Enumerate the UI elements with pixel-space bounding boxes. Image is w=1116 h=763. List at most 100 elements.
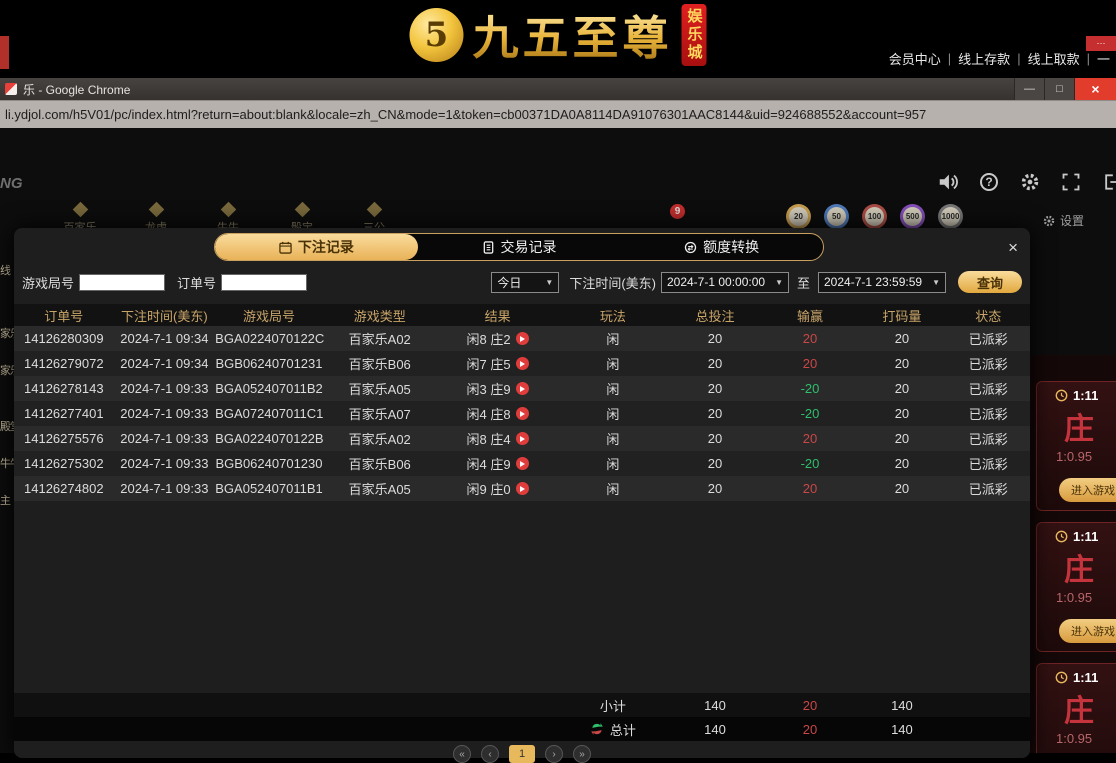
replay-play-icon[interactable] [516,457,529,470]
result-text: 闲8 庄4 [467,429,511,448]
url-text[interactable]: li.ydjol.com/h5V01/pc/index.html?return=… [5,107,1115,122]
game-partial-logo: NG [0,175,23,192]
minimize-button[interactable]: — [1014,78,1044,100]
tab-bet-records[interactable]: 下注记录 [215,234,418,260]
game-category-icon [220,202,236,218]
col-header: 玩法 [559,306,668,325]
top-link[interactable]: 一 [1097,49,1110,68]
cell-game-type: 百家乐A07 [323,404,437,423]
cell-play-type: 闲 [559,329,668,348]
cell-game-round: BGA052407011B1 [215,481,323,496]
filter-bar: 游戏局号 订单号 今日 ▼ 下注时间(美东) 2024-7-1 00:00:00… [22,270,1022,294]
bet-chip[interactable]: 50 [824,204,849,229]
top-link[interactable]: 会员中心 [889,49,941,68]
range-preset-dropdown[interactable]: 今日 ▼ [491,272,559,293]
cell-bet-time: 2024-7-1 09:33 [114,406,216,421]
enter-game-button[interactable]: 进入游戏 [1059,478,1116,502]
cell-bet-time: 2024-7-1 09:33 [114,431,216,446]
cell-winloss: -20 [763,406,857,421]
enter-game-button[interactable]: 进入游戏 [1059,619,1116,643]
cell-valid-bet: 20 [857,406,946,421]
transfer-icon [684,241,697,254]
gear-icon[interactable] [1018,170,1042,194]
countdown-timer: 1:11 [1073,529,1098,544]
game-card-sidebar: 1:11 庄 1:0.95 进入游戏 1:11 庄 1:0.95 进入游戏 1:… [1030,355,1116,753]
tab-quota-transfer[interactable]: 额度转换 [620,234,823,260]
exit-icon[interactable] [1100,170,1116,194]
cell-total-bet: 20 [667,356,763,371]
cell-order: 14126280309 [14,331,114,346]
bet-chip[interactable]: 20 [786,204,811,229]
cell-winloss: 20 [763,331,857,346]
cell-valid-bet: 20 [857,431,946,446]
subtotal-total: 140 [667,698,763,713]
table-row: 14126280309 2024-7-1 09:34 BGA0224070122… [14,326,1030,351]
date-from-dropdown[interactable]: 2024-7-1 00:00:00 ▼ [661,272,789,293]
cell-play-type: 闲 [559,379,668,398]
link-separator: | [1087,51,1090,66]
cell-valid-bet: 20 [857,456,946,471]
chevron-down-icon: ▼ [545,278,553,287]
table-row: 14126278143 2024-7-1 09:33 BGA052407011B… [14,376,1030,401]
to-label: 至 [797,273,810,292]
cell-total-bet: 20 [667,331,763,346]
bet-records-modal: 下注记录 交易记录 额度转换 × 游戏局号 订单号 [14,228,1030,758]
replay-play-icon[interactable] [516,432,529,445]
cell-order: 14126279072 [14,356,114,371]
maximize-button[interactable]: □ [1044,78,1074,100]
replay-play-icon[interactable] [516,382,529,395]
bet-chip[interactable]: 500 [900,204,925,229]
odds-label: 1:0.95 [1056,731,1116,746]
odds-label: 1:0.95 [1056,590,1116,605]
cell-status: 已派彩 [947,379,1030,398]
cell-status: 已派彩 [947,354,1030,373]
prev-page-button[interactable]: ‹ [481,745,499,763]
table-body: 14126280309 2024-7-1 09:34 BGA0224070122… [14,326,1030,501]
order-number-input[interactable] [221,274,307,291]
tab-label: 交易记录 [501,237,557,257]
result-text: 闲8 庄2 [467,329,511,348]
last-page-button[interactable]: » [573,745,591,763]
help-icon[interactable]: ? [977,170,1001,194]
speaker-icon[interactable] [936,170,960,194]
top-link[interactable]: 线上存款 [958,49,1010,68]
banker-label: 庄 [1064,545,1116,589]
game-card[interactable]: 1:11 庄 1:0.95 进入游戏 [1036,522,1116,652]
settings-label: 设置 [1060,212,1084,229]
tab-label: 下注记录 [298,237,354,257]
refresh-icon[interactable] [590,722,604,736]
cell-winloss: 20 [763,356,857,371]
close-icon[interactable]: × [1008,239,1018,256]
table-row: 14126279072 2024-7-1 09:34 BGB0624070123… [14,351,1030,376]
game-round-input[interactable] [79,274,165,291]
bet-chip[interactable]: 1000 [938,204,963,229]
query-button[interactable]: 查询 [958,271,1022,293]
top-nav-links: 会员中心|线上存款|线上取款|一 [889,49,1110,68]
col-header: 游戏局号 [215,306,323,325]
top-link[interactable]: 线上取款 [1028,49,1080,68]
grand-total-winloss: 20 [763,722,857,737]
game-card[interactable]: 1:11 庄 1:0.95 进入游戏 [1036,381,1116,511]
order-number-label: 订单号 [177,273,216,292]
game-card[interactable]: 1:11 庄 1:0.95 进入游戏 [1036,663,1116,753]
replay-play-icon[interactable] [516,332,529,345]
browser-url-bar[interactable]: li.ydjol.com/h5V01/pc/index.html?return=… [0,100,1116,128]
tab-transaction-records[interactable]: 交易记录 [418,234,621,260]
replay-play-icon[interactable] [516,482,529,495]
cell-play-type: 闲 [559,354,668,373]
cell-order: 14126278143 [14,381,114,396]
first-page-button[interactable]: « [453,745,471,763]
cell-valid-bet: 20 [857,356,946,371]
date-to-dropdown[interactable]: 2024-7-1 23:59:59 ▼ [818,272,946,293]
replay-play-icon[interactable] [516,407,529,420]
close-window-button[interactable]: × [1074,78,1116,100]
bet-chip[interactable]: 100 [862,204,887,229]
cell-game-type: 百家乐A02 [323,329,437,348]
replay-play-icon[interactable] [516,357,529,370]
next-page-button[interactable]: › [545,745,563,763]
link-separator: | [1017,51,1020,66]
cell-result: 闲8 庄4 [437,429,559,448]
cell-game-type: 百家乐B06 [323,354,437,373]
settings-button[interactable]: 设置 [1042,212,1084,229]
fullscreen-icon[interactable] [1059,170,1083,194]
